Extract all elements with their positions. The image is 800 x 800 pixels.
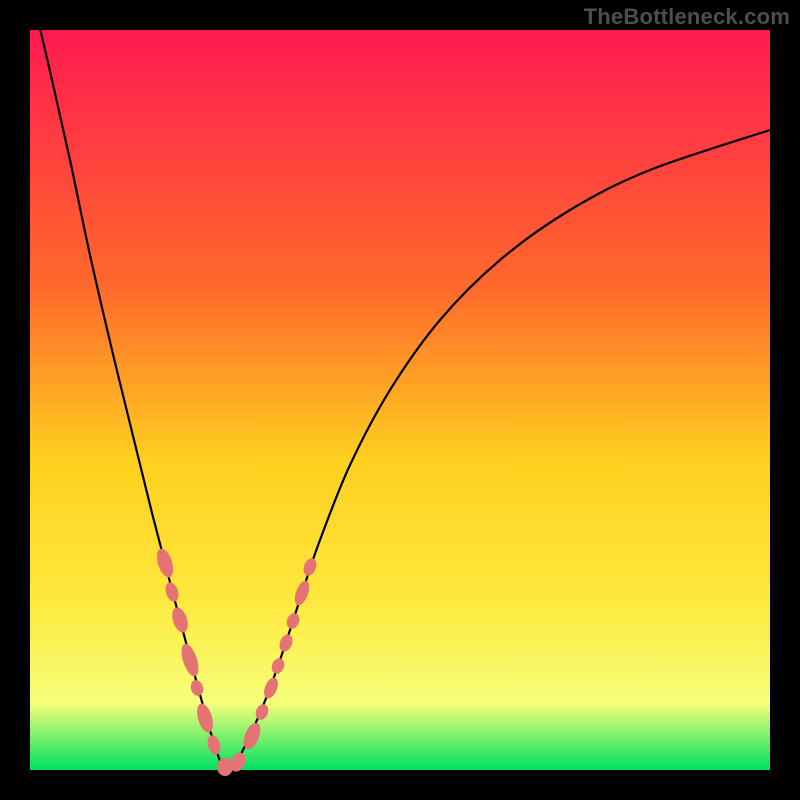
- chart-canvas: [0, 0, 800, 800]
- chart-stage: TheBottleneck.com: [0, 0, 800, 800]
- plot-area: [30, 30, 770, 770]
- watermark-text: TheBottleneck.com: [584, 4, 790, 30]
- marker-7: [217, 758, 233, 776]
